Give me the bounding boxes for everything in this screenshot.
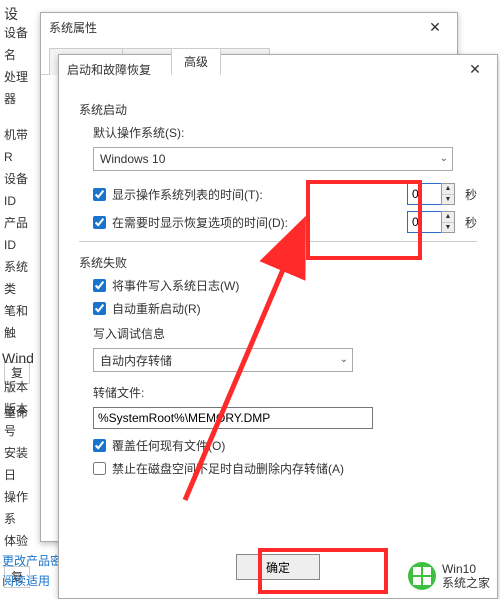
dump-file-input[interactable] [93, 407, 373, 429]
bg-link[interactable]: 更改产品密 [2, 551, 62, 571]
bg-item: 产品 ID [4, 212, 38, 256]
startup-recovery-dialog: 启动和故障恢复 ✕ 系统启动 默认操作系统(S): Windows 10 ⌄ 显… [58, 54, 498, 599]
checkbox-label: 覆盖任何现有文件(O) [112, 437, 225, 454]
checkbox-input[interactable] [93, 188, 106, 201]
dialog-title: 启动和故障恢复 [67, 61, 461, 78]
bg-item: 笔和触 [4, 300, 38, 344]
tab-advanced[interactable]: 高级 [171, 48, 221, 75]
bg-item: 机带 R [4, 124, 38, 168]
select-value: Windows 10 [100, 152, 165, 166]
checkbox-input[interactable] [93, 216, 106, 229]
bg-links: 更改产品密 阅读适用 [2, 551, 62, 591]
debug-info-label: 写入调试信息 [79, 325, 477, 342]
dump-file-label: 转储文件: [79, 384, 477, 401]
titlebar: 系统属性 ✕ [41, 13, 457, 41]
spinner-down-icon[interactable]: ▼ [442, 223, 454, 233]
disable-auto-delete-checkbox[interactable]: 禁止在磁盘空间不足时自动删除内存转储(A) [93, 460, 344, 477]
section-system-startup: 系统启动 [79, 101, 477, 118]
show-recovery-checkbox[interactable]: 在需要时显示恢复选项的时间(D): [93, 214, 288, 231]
select-value: 自动内存转储 [100, 352, 172, 369]
checkbox-label: 自动重新启动(R) [112, 300, 201, 317]
seconds-unit: 秒 [465, 214, 477, 231]
bg-item: 处理器 [4, 66, 38, 110]
spinner-up-icon[interactable]: ▲ [442, 184, 454, 195]
auto-restart-checkbox[interactable]: 自动重新启动(R) [93, 300, 201, 317]
spinner-down-icon[interactable]: ▼ [442, 195, 454, 205]
seconds-unit: 秒 [465, 186, 477, 203]
checkbox-input[interactable] [93, 279, 106, 292]
default-os-label: 默认操作系统(S): [79, 124, 477, 141]
checkbox-label: 在需要时显示恢复选项的时间(D): [112, 214, 288, 231]
checkbox-label: 将事件写入系统日志(W) [112, 277, 239, 294]
os-list-time-spinner[interactable]: ▲▼ [407, 183, 455, 205]
spinner-input[interactable] [407, 183, 441, 205]
checkbox-label: 禁止在磁盘空间不足时自动删除内存转储(A) [112, 460, 344, 477]
checkbox-label: 显示操作系统列表的时间(T): [112, 186, 263, 203]
watermark-logo: Win10 系统之家 [404, 559, 494, 593]
bg-item: 版本号 [4, 398, 38, 442]
bg-item: 系统类 [4, 256, 38, 300]
checkbox-input[interactable] [93, 462, 106, 475]
chevron-down-icon: ⌄ [340, 354, 348, 365]
bg-item: 体验 [4, 530, 38, 552]
default-os-select[interactable]: Windows 10 ⌄ [93, 147, 453, 171]
show-os-list-checkbox[interactable]: 显示操作系统列表的时间(T): [93, 186, 263, 203]
section-system-failure: 系统失败 [79, 254, 477, 271]
bg-item: 安装日 [4, 442, 38, 486]
bg-item: 操作系 [4, 486, 38, 530]
bg-link[interactable]: 阅读适用 [2, 571, 62, 591]
checkbox-input[interactable] [93, 439, 106, 452]
watermark-line1: Win10 [442, 562, 490, 576]
write-log-checkbox[interactable]: 将事件写入系统日志(W) [93, 277, 239, 294]
titlebar: 启动和故障恢复 ✕ [59, 55, 497, 83]
spinner-input[interactable] [407, 211, 441, 233]
close-icon[interactable]: ✕ [461, 58, 489, 80]
debug-info-select[interactable]: 自动内存转储 ⌄ [93, 348, 353, 372]
spinner-up-icon[interactable]: ▲ [442, 212, 454, 223]
ok-button[interactable]: 确定 [236, 554, 320, 580]
bg-windows-heading: Wind [2, 350, 34, 366]
chevron-down-icon: ⌄ [440, 153, 448, 164]
dialog-body: 系统启动 默认操作系统(S): Windows 10 ⌄ 显示操作系统列表的时间… [59, 83, 497, 491]
bg-page-title: 设 [4, 4, 18, 24]
bg-item: 设备 ID [4, 168, 38, 212]
windows-flag-icon [408, 562, 436, 590]
bg-item: 版本 [4, 376, 38, 398]
overwrite-checkbox[interactable]: 覆盖任何现有文件(O) [93, 437, 225, 454]
checkbox-input[interactable] [93, 302, 106, 315]
divider [79, 241, 477, 242]
close-icon[interactable]: ✕ [421, 16, 449, 38]
dialog-title: 系统属性 [49, 19, 421, 36]
watermark-line2: 系统之家 [442, 576, 490, 590]
bg-item: 设备名 [4, 22, 38, 66]
recovery-time-spinner[interactable]: ▲▼ [407, 211, 455, 233]
